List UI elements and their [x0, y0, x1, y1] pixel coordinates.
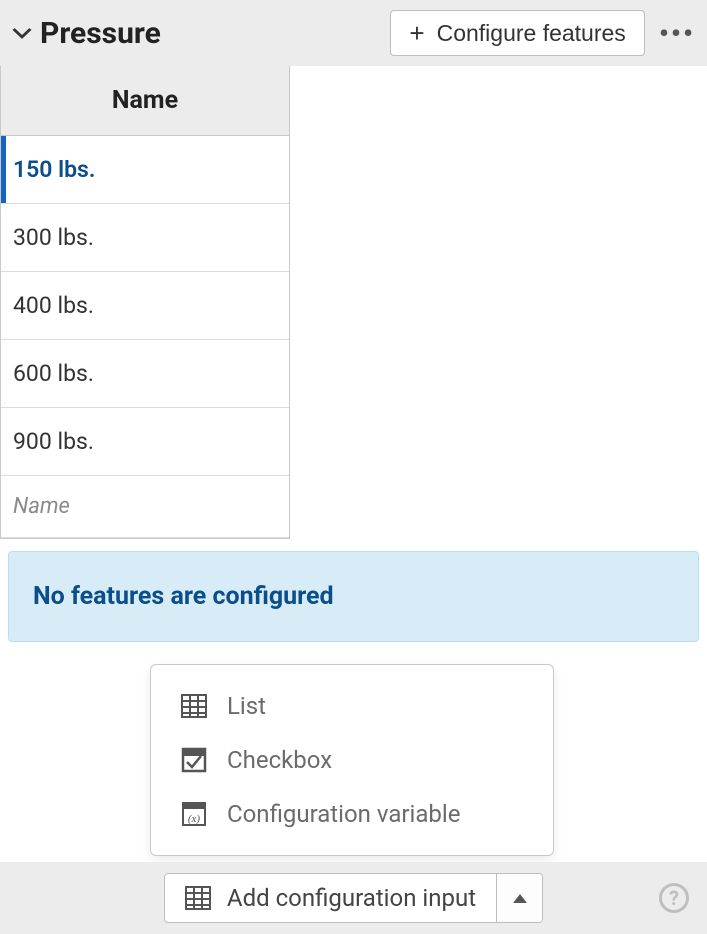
table-row[interactable]: 900 lbs. — [1, 408, 289, 476]
section-toggle[interactable]: Pressure — [14, 16, 390, 51]
row-label: 600 lbs. — [13, 360, 94, 387]
svg-text:(x): (x) — [188, 813, 201, 825]
popup-item-label: Checkbox — [227, 746, 332, 774]
new-row-placeholder: Name — [13, 494, 70, 519]
section-header: Pressure + Configure features ••• — [0, 0, 707, 66]
popup-item-label: List — [227, 692, 266, 720]
info-banner-text: No features are configured — [33, 582, 334, 611]
checkbox-icon — [179, 745, 209, 775]
table-icon — [185, 886, 211, 910]
new-row-input[interactable]: Name — [1, 476, 289, 538]
row-label: 150 lbs. — [13, 156, 95, 183]
table-row[interactable]: 300 lbs. — [1, 204, 289, 272]
add-config-input-splitbutton: Add configuration input — [164, 873, 543, 923]
input-type-popup: List Checkbox (x) Configuration variable — [150, 664, 554, 856]
variable-icon: (x) — [179, 799, 209, 829]
row-label: 300 lbs. — [13, 224, 94, 251]
footer-bar: Add configuration input ? — [0, 862, 707, 934]
popup-item-list[interactable]: List — [151, 679, 553, 733]
section-title: Pressure — [40, 16, 161, 51]
ellipsis-icon: ••• — [659, 17, 695, 50]
popup-item-checkbox[interactable]: Checkbox — [151, 733, 553, 787]
table-icon — [179, 691, 209, 721]
table-row[interactable]: 400 lbs. — [1, 272, 289, 340]
table-row[interactable]: 600 lbs. — [1, 340, 289, 408]
row-label: 400 lbs. — [13, 292, 94, 319]
table-row[interactable]: 150 lbs. — [1, 136, 289, 204]
row-label: 900 lbs. — [13, 428, 94, 455]
popup-item-label: Configuration variable — [227, 800, 460, 828]
add-config-input-label: Add configuration input — [227, 884, 476, 912]
column-header-name[interactable]: Name — [1, 66, 289, 136]
pressure-table-wrap: Name 150 lbs. 300 lbs. 400 lbs. 600 lbs.… — [0, 66, 707, 539]
help-button[interactable]: ? — [659, 883, 689, 913]
more-menu-button[interactable]: ••• — [657, 17, 697, 50]
popup-item-config-variable[interactable]: (x) Configuration variable — [151, 787, 553, 841]
pressure-table: Name 150 lbs. 300 lbs. 400 lbs. 600 lbs.… — [0, 66, 290, 539]
configure-features-button[interactable]: + Configure features — [390, 10, 644, 56]
info-banner: No features are configured — [8, 551, 699, 642]
configure-features-label: Configure features — [437, 20, 626, 47]
add-config-input-dropdown[interactable] — [496, 874, 542, 922]
help-icon: ? — [669, 886, 679, 910]
caret-up-icon — [513, 894, 527, 903]
plus-icon: + — [409, 20, 424, 46]
add-config-input-button[interactable]: Add configuration input — [165, 874, 496, 922]
chevron-down-icon — [12, 27, 31, 39]
